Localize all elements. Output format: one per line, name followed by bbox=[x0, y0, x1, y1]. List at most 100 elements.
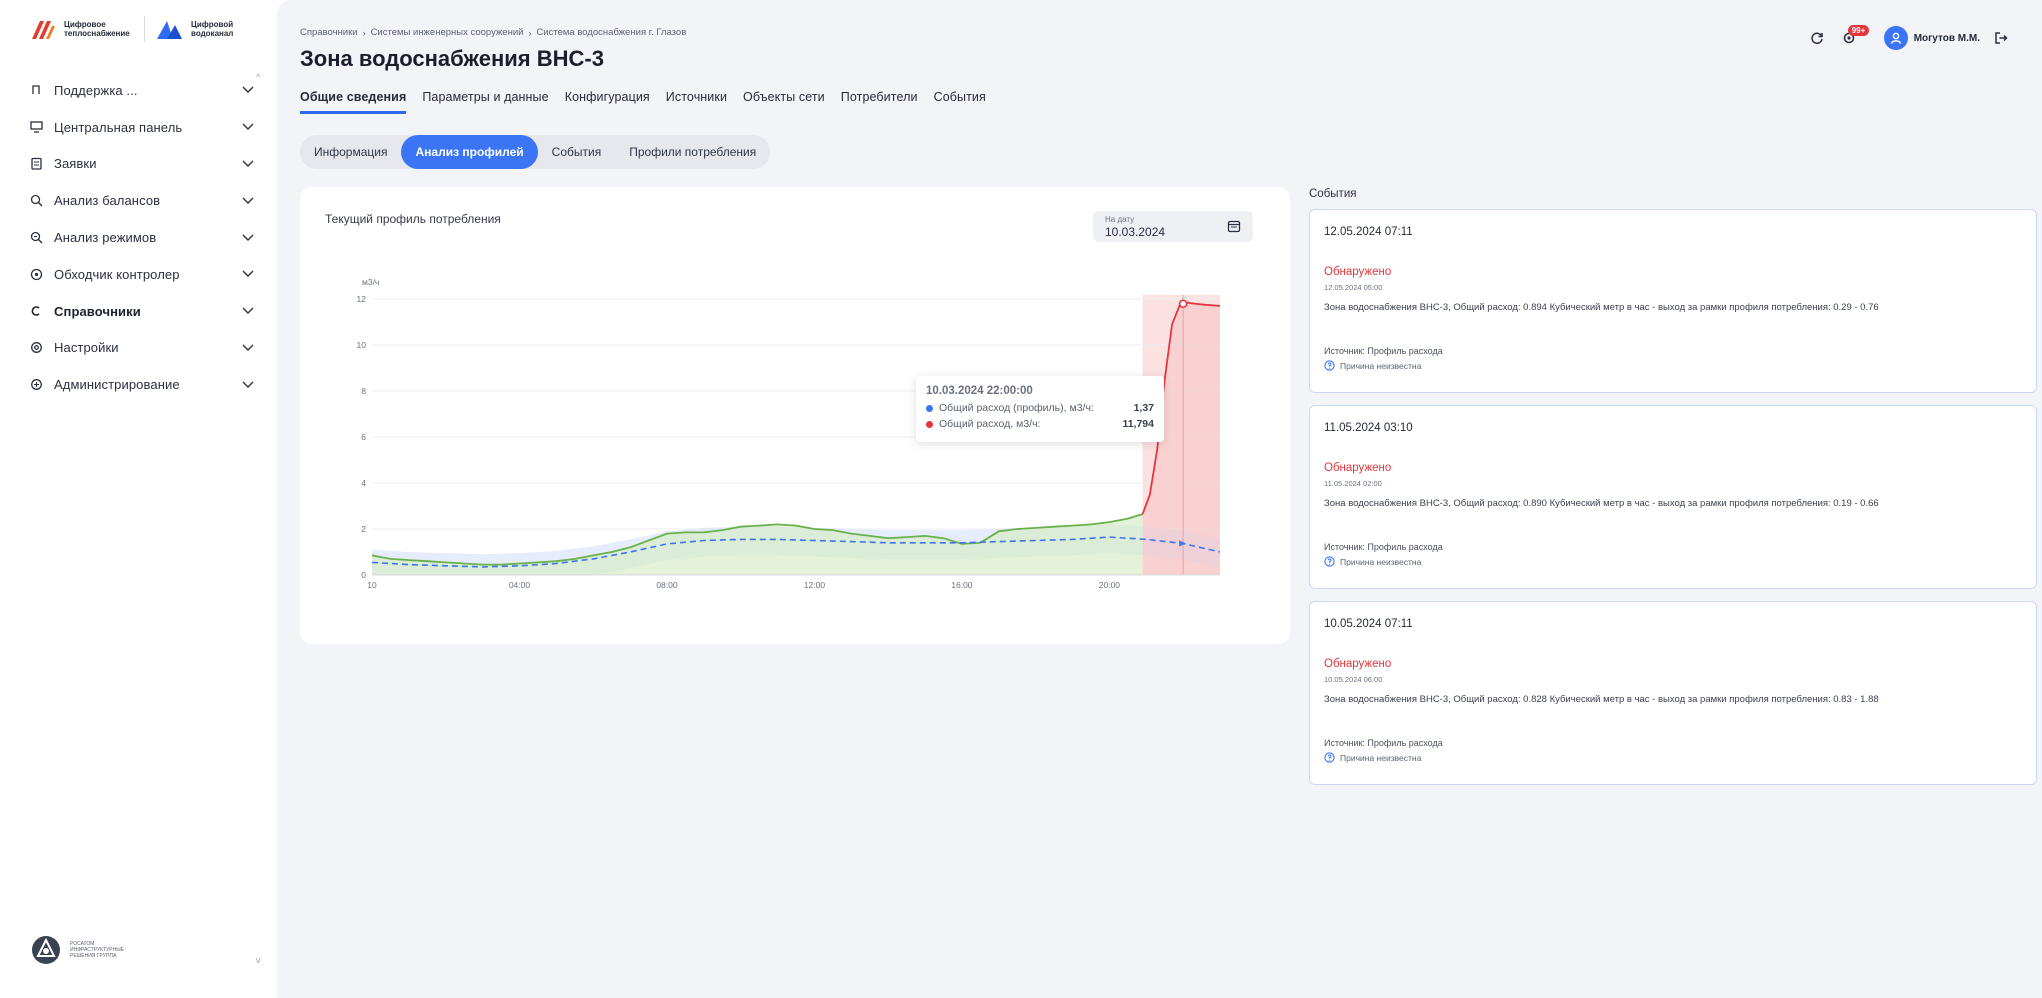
topbar: 99+ Могутов М.М. bbox=[1806, 25, 2012, 50]
question-icon bbox=[1324, 556, 1335, 567]
event-reason-text: Причина неизвестна bbox=[1340, 752, 1422, 763]
rosatom-logo: РОСАТОМ ИНФРАСТРУКТУРНЫЕ РЕШЕНИЯ ГРУППА bbox=[30, 934, 130, 966]
hover-point-actual bbox=[1178, 299, 1188, 309]
chevron-down-icon bbox=[240, 377, 256, 393]
tab-network-objects[interactable]: Объекты сети bbox=[743, 90, 825, 114]
reference-icon bbox=[28, 303, 44, 319]
sidebar-item-references[interactable]: Справочники bbox=[28, 293, 254, 330]
clipboard-icon bbox=[28, 156, 44, 172]
event-status: Обнаружено bbox=[1324, 266, 1392, 278]
sidebar-scroll-up-icon[interactable]: ^ bbox=[256, 72, 260, 82]
tab-configuration[interactable]: Конфигурация bbox=[565, 90, 650, 114]
sidebar-item-label: Анализ режимов bbox=[54, 230, 157, 246]
tooltip-series-dot bbox=[926, 404, 933, 412]
event-card[interactable]: 12.05.2024 07:11 Обнаружено 12.05.2024 0… bbox=[1309, 209, 2037, 393]
water-logo-icon bbox=[157, 21, 182, 39]
chevron-down-icon bbox=[240, 266, 256, 282]
sidebar-item-requests[interactable]: Заявки bbox=[28, 146, 254, 183]
user-menu[interactable]: Могутов М.М. bbox=[1883, 26, 1980, 50]
tooltip-title: 10.03.2024 22:00:00 bbox=[926, 385, 1033, 397]
breadcrumb-item[interactable]: Справочники bbox=[300, 27, 358, 38]
user-name: Могутов М.М. bbox=[1913, 32, 1980, 44]
tab-general[interactable]: Общие сведения bbox=[300, 90, 407, 114]
walker-icon bbox=[28, 266, 44, 282]
chevron-down-icon bbox=[240, 340, 256, 356]
logout-button[interactable] bbox=[1990, 27, 2012, 49]
chevron-down-icon bbox=[240, 82, 256, 98]
sidebar-item-mode-analysis[interactable]: Анализ режимов bbox=[28, 219, 254, 256]
event-description: Зона водоснабжения ВНС-3, Общий расход: … bbox=[1324, 694, 1879, 705]
logout-icon bbox=[1995, 32, 2008, 44]
event-reason: Причина неизвестна bbox=[1324, 360, 1421, 371]
sidebar-item-label: Администрирование bbox=[54, 377, 180, 393]
logo-heat[interactable]: Цифровое теплоснабжение bbox=[30, 17, 142, 41]
sidebar-item-walker[interactable]: Обходчик контролер bbox=[28, 256, 254, 293]
event-time: 11.05.2024 03:10 bbox=[1324, 422, 1413, 434]
sidebar: Цифровое теплоснабжение Цифровой водокан… bbox=[0, 0, 277, 998]
page-title: Зона водоснабжения ВНС-3 bbox=[300, 46, 604, 71]
sidebar-item-balance-analysis[interactable]: Анализ балансов bbox=[28, 182, 254, 219]
y-tick-label: 4 bbox=[361, 478, 366, 488]
support-icon bbox=[28, 82, 44, 98]
sidebar-item-settings[interactable]: Настройки bbox=[28, 330, 254, 367]
subtab-info[interactable]: Информация bbox=[300, 135, 401, 169]
logo-water[interactable]: Цифровой водоканал bbox=[155, 17, 269, 41]
event-card[interactable]: 11.05.2024 03:10 Обнаружено 11.05.2024 0… bbox=[1309, 405, 2037, 589]
tooltip-row: Общий расход (профиль), м3/ч: 1,37 bbox=[926, 400, 1154, 416]
y-tick-label: 6 bbox=[361, 432, 366, 442]
breadcrumb-item[interactable]: Системы инженерных сооружений bbox=[371, 27, 524, 38]
subtab-profile-analysis[interactable]: Анализ профилей bbox=[401, 135, 538, 169]
main-area: Справочники › Системы инженерных сооруже… bbox=[277, 0, 2042, 998]
event-time: 10.05.2024 07:11 bbox=[1324, 618, 1413, 630]
x-tick-label: 16:00 bbox=[951, 580, 973, 590]
tab-consumers[interactable]: Потребители bbox=[841, 90, 918, 114]
event-source: Источник: Профиль расхода bbox=[1324, 346, 1443, 356]
date-picker[interactable]: На дату 10.03.2024 bbox=[1093, 211, 1253, 242]
event-time: 12.05.2024 07:11 bbox=[1324, 226, 1413, 238]
tab-events[interactable]: События bbox=[934, 90, 986, 114]
tooltip-row: Общий расход, м3/ч: 11,794 bbox=[926, 416, 1154, 432]
chevron-down-icon bbox=[240, 193, 256, 209]
event-date: 12.05.2024 05:00 bbox=[1324, 283, 1383, 292]
chart-card: 0 2 4 6 8 10 12 м3/ч 10 04:00 08:00 12:00 16:00 20:00… bbox=[300, 187, 1290, 644]
heat-logo-icon bbox=[32, 21, 55, 39]
chevron-down-icon bbox=[240, 156, 256, 172]
breadcrumb-item[interactable]: Система водоснабжения г. Глазов bbox=[536, 27, 686, 38]
x-tick-label: 04:00 bbox=[509, 580, 531, 590]
refresh-icon bbox=[1811, 32, 1823, 45]
event-description: Зона водоснабжения ВНС-3, Общий расход: … bbox=[1324, 498, 1879, 509]
subtab-consumption-profiles[interactable]: Профили потребления bbox=[615, 135, 770, 169]
date-label: На дату bbox=[1105, 215, 1135, 224]
refresh-button[interactable] bbox=[1806, 27, 1828, 49]
actual-area bbox=[372, 514, 1143, 575]
y-tick-label: 12 bbox=[357, 294, 367, 304]
sidebar-nav: Поддержка ... Центральная панель Заявки bbox=[28, 72, 254, 403]
event-card[interactable]: 10.05.2024 07:11 Обнаружено 10.05.2024 0… bbox=[1309, 601, 2037, 785]
sidebar-item-label: Анализ балансов bbox=[54, 193, 161, 209]
subtab-events[interactable]: События bbox=[538, 135, 616, 169]
event-date: 11.05.2024 02:00 bbox=[1324, 479, 1382, 488]
mode-search-icon bbox=[28, 230, 44, 246]
sidebar-item-administration[interactable]: Администрирование bbox=[28, 366, 254, 403]
sidebar-scroll-down-icon[interactable]: v bbox=[256, 955, 261, 965]
tab-parameters[interactable]: Параметры и данные bbox=[422, 90, 548, 114]
y-tick-label: 0 bbox=[361, 570, 366, 580]
event-reason-text: Причина неизвестна bbox=[1340, 360, 1422, 371]
event-status: Обнаружено bbox=[1324, 462, 1392, 474]
sidebar-item-support[interactable]: Поддержка ... bbox=[28, 72, 254, 109]
event-date: 10.05.2024 06:00 bbox=[1324, 675, 1383, 684]
chart-tooltip: 10.03.2024 22:00:00 Общий расход (профил… bbox=[916, 376, 1164, 442]
sidebar-item-dashboard[interactable]: Центральная панель bbox=[28, 109, 254, 146]
notifications-badge: 99+ bbox=[1847, 25, 1870, 36]
notifications-button[interactable]: 99+ bbox=[1838, 25, 1870, 49]
sidebar-item-label: Настройки bbox=[54, 340, 119, 356]
sidebar-item-label: Обходчик контролер bbox=[54, 266, 180, 282]
breadcrumb-separator-icon: › bbox=[362, 27, 366, 38]
calendar-icon[interactable] bbox=[1227, 219, 1241, 238]
x-tick-label: 12:00 bbox=[804, 580, 826, 590]
x-tick-label: 10 bbox=[367, 580, 377, 590]
y-tick-label: 8 bbox=[361, 386, 366, 396]
settings-icon bbox=[28, 340, 44, 356]
tab-sources[interactable]: Источники bbox=[666, 90, 727, 114]
sidebar-item-label: Центральная панель bbox=[54, 119, 183, 135]
